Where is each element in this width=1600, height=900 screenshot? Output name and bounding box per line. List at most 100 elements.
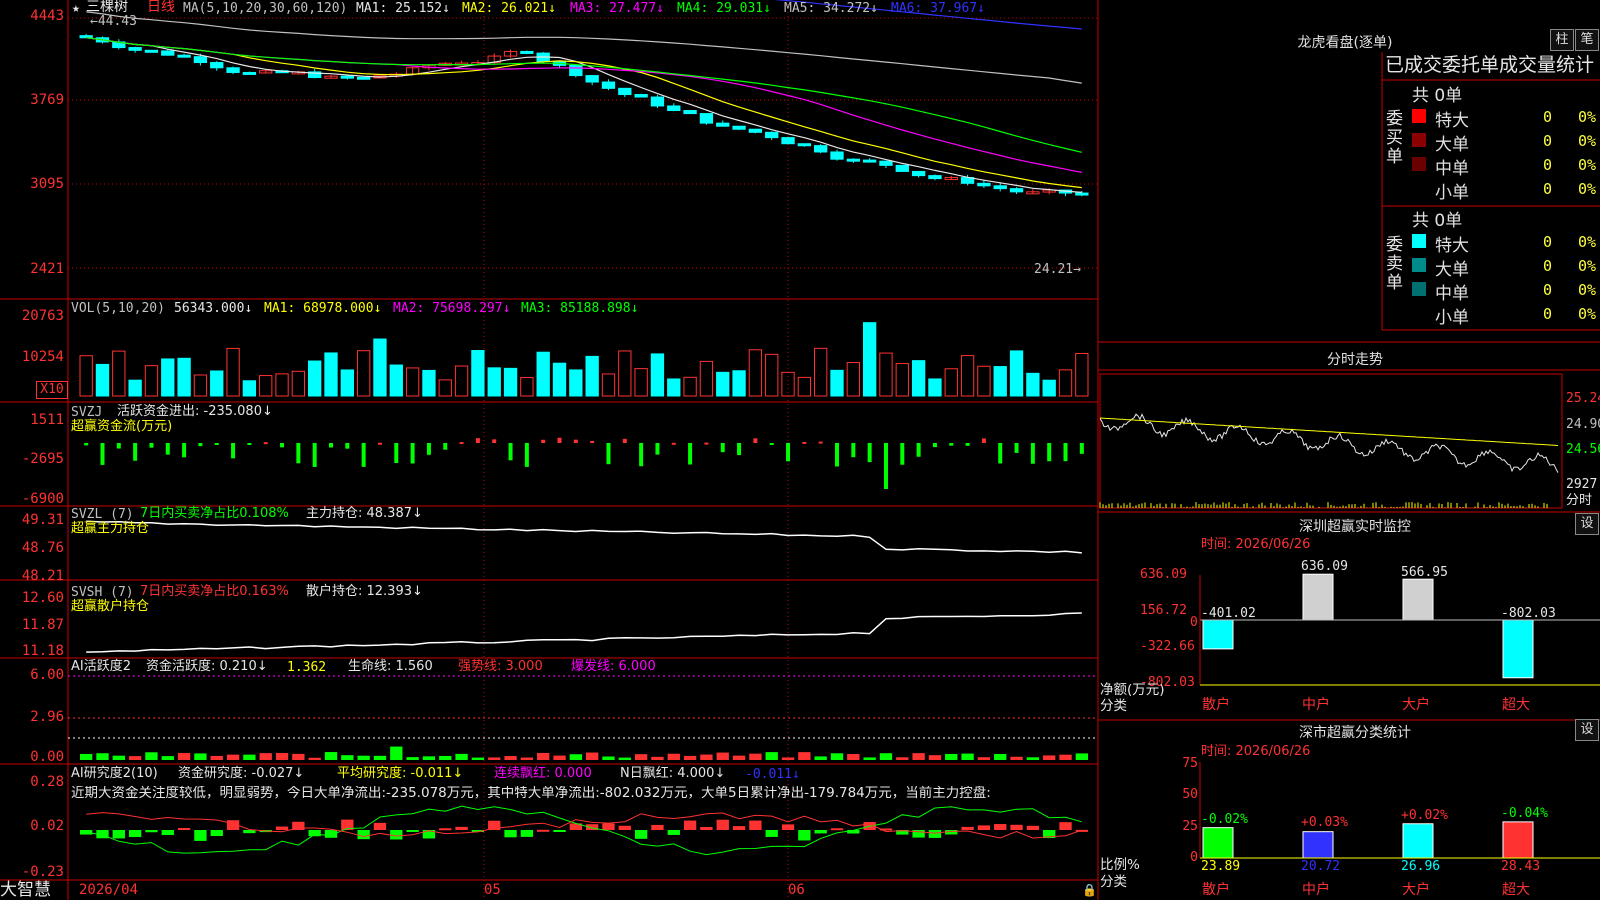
- svsh-axis-label: 11.18: [21, 643, 64, 659]
- lock-icon[interactable]: 🔒: [1082, 883, 1097, 898]
- activity-bar: [994, 753, 1007, 760]
- fund-flow-bar: [949, 443, 954, 446]
- research-bar: [700, 826, 713, 830]
- candle-body: [716, 122, 730, 127]
- svzl-axis-label: 49.31: [21, 512, 64, 528]
- volume-bar: [193, 374, 208, 397]
- ai2-axis-label: 0.02: [30, 818, 64, 834]
- candle-body: [748, 128, 763, 133]
- monitor-ylabel: 净额(万元): [1100, 682, 1165, 698]
- volume-bar: [308, 360, 322, 397]
- monitor-bar: [1502, 619, 1534, 679]
- intraday-volume-label: 2927: [1566, 477, 1598, 492]
- period-label[interactable]: 日线: [147, 0, 175, 15]
- monitor-category: 散户: [1202, 697, 1230, 713]
- activity-bar: [1043, 755, 1056, 760]
- classify-settings-button[interactable]: 设: [1575, 719, 1599, 741]
- sell-row-pct: 0%: [1578, 281, 1597, 299]
- tick-view-button[interactable]: 笔: [1575, 29, 1599, 51]
- svzl-title: SVZL (7): [71, 507, 134, 522]
- activity-bar: [553, 755, 566, 760]
- fund-flow-bar: [84, 443, 89, 446]
- activity-bar: [406, 757, 419, 760]
- volume-bar: [1075, 352, 1089, 397]
- price-axis-label: 2421: [30, 261, 64, 277]
- monitor-settings-button[interactable]: 设: [1575, 513, 1599, 535]
- candle-body: [128, 47, 142, 51]
- volume-bar: [389, 364, 403, 397]
- volume-bar: [601, 373, 616, 397]
- buy-order-label: 委买单: [1386, 109, 1403, 167]
- volume-bar: [422, 369, 436, 397]
- candle-body: [601, 81, 616, 89]
- activity-bar: [357, 755, 370, 760]
- buy-row-count: 0: [1543, 180, 1553, 198]
- volume-bar: [650, 353, 665, 397]
- buy-color-swatch: [1412, 109, 1426, 123]
- intraday-frame: [1099, 373, 1563, 509]
- volume-bar: [128, 379, 142, 397]
- research-bar: [1026, 825, 1040, 830]
- fund-flow-bar: [916, 443, 921, 457]
- vol-unit-button[interactable]: X10: [36, 381, 68, 399]
- research-bar: [634, 830, 648, 839]
- volume-bar: [95, 363, 110, 397]
- fund-flow-bar: [345, 443, 350, 449]
- ma2-line: [86, 37, 1082, 189]
- volume-bar: [977, 365, 991, 397]
- bar-view-button[interactable]: 柱: [1550, 29, 1574, 51]
- stock-name[interactable]: 三棵树: [86, 0, 128, 15]
- candle-body: [585, 75, 599, 83]
- volume-bar: [732, 370, 746, 397]
- candle-body: [862, 159, 877, 163]
- activity-bar: [308, 757, 321, 760]
- buy-color-swatch: [1412, 133, 1426, 147]
- volume-bar: [1009, 350, 1024, 397]
- candle-body: [210, 62, 224, 69]
- intraday-mode-label[interactable]: 分时: [1566, 493, 1592, 508]
- fund-flow-bar: [361, 443, 366, 467]
- activity-bar: [390, 746, 403, 760]
- activity-bar: [128, 756, 142, 760]
- fund-flow-bar: [590, 440, 595, 443]
- research-bar: [275, 826, 289, 830]
- research-bar: [618, 825, 631, 830]
- research-bar: [830, 828, 844, 831]
- buy-row-label: 大单: [1435, 135, 1469, 155]
- activity-bar: [341, 755, 354, 760]
- stats-tabs[interactable]: 已成交委托单成交量统计: [1385, 54, 1594, 76]
- activity-bar: [683, 755, 697, 760]
- activity-bar: [177, 753, 191, 760]
- research-bar: [520, 830, 534, 837]
- candle-body: [177, 54, 191, 58]
- volume-bar: [291, 370, 306, 397]
- classify-value: 28.43: [1501, 859, 1541, 874]
- buy-row-label: 小单: [1435, 183, 1469, 203]
- candle-body: [79, 35, 93, 39]
- fund-flow-bar: [1063, 443, 1068, 462]
- chart-canvas[interactable]: [0, 0, 1600, 900]
- fund-flow-bar: [492, 439, 497, 443]
- monitor-axis-label: -322.66: [1140, 639, 1195, 654]
- volume-bar: [471, 349, 485, 397]
- ai2-title: AI研究度2(10): [71, 766, 158, 781]
- volume-bar: [814, 347, 828, 397]
- candle-body: [667, 105, 681, 112]
- activity-bar: [259, 753, 272, 760]
- candle-body: [895, 164, 909, 172]
- favorite-star-icon[interactable]: ★: [72, 1, 80, 16]
- brand-logo[interactable]: 大智慧: [0, 881, 51, 900]
- fund-flow-bar: [639, 443, 644, 467]
- activity-bar: [161, 756, 174, 760]
- fund-flow-bar: [443, 443, 448, 450]
- buy-row-pct: 0%: [1578, 108, 1597, 126]
- volume-bar: [830, 369, 844, 397]
- activity-bar: [945, 753, 958, 760]
- research-bar: [667, 830, 680, 835]
- volume-bar: [340, 369, 354, 397]
- volume-bar: [226, 347, 240, 397]
- volume-bar: [928, 378, 942, 397]
- sell-row-label: 中单: [1435, 284, 1469, 304]
- candle-body: [699, 113, 714, 124]
- activity-bar: [1075, 753, 1088, 760]
